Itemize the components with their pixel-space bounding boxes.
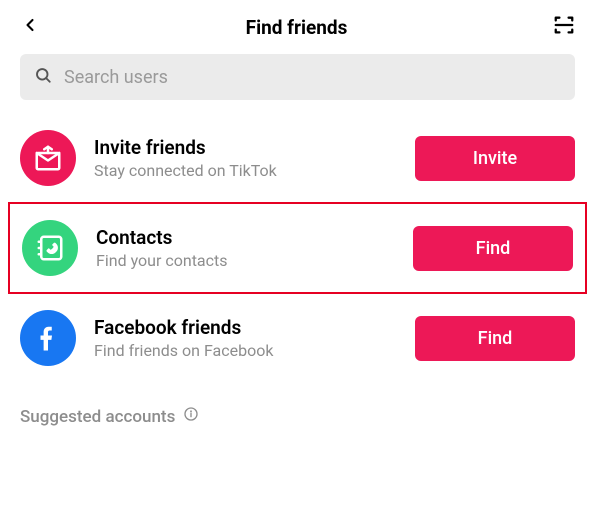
row-subtitle: Find your contacts: [96, 251, 395, 270]
invite-icon: [20, 130, 76, 186]
row-title: Facebook friends: [94, 316, 397, 339]
contacts-icon: [22, 220, 78, 276]
info-icon[interactable]: [183, 406, 199, 427]
search-input[interactable]: [64, 67, 561, 88]
find-contacts-button[interactable]: Find: [413, 226, 573, 271]
row-title: Contacts: [96, 226, 395, 249]
suggested-accounts-header: Suggested accounts: [0, 382, 595, 427]
row-text: Facebook friends Find friends on Faceboo…: [94, 316, 397, 360]
facebook-friends-row[interactable]: Facebook friends Find friends on Faceboo…: [0, 294, 595, 382]
facebook-icon: [20, 310, 76, 366]
invite-button[interactable]: Invite: [415, 136, 575, 181]
row-title: Invite friends: [94, 136, 397, 159]
header: Find friends: [0, 0, 595, 54]
row-subtitle: Stay connected on TikTok: [94, 161, 397, 180]
qr-scan-icon[interactable]: [553, 14, 575, 40]
back-icon[interactable]: [20, 15, 40, 39]
suggested-label: Suggested accounts: [20, 407, 175, 427]
row-subtitle: Find friends on Facebook: [94, 341, 397, 360]
search-bar[interactable]: [20, 54, 575, 100]
page-title: Find friends: [246, 16, 348, 39]
find-facebook-button[interactable]: Find: [415, 316, 575, 361]
contacts-row[interactable]: Contacts Find your contacts Find: [8, 202, 587, 294]
option-list: Invite friends Stay connected on TikTok …: [0, 114, 595, 382]
row-text: Invite friends Stay connected on TikTok: [94, 136, 397, 180]
invite-friends-row[interactable]: Invite friends Stay connected on TikTok …: [0, 114, 595, 202]
search-icon: [34, 66, 52, 88]
row-text: Contacts Find your contacts: [96, 226, 395, 270]
